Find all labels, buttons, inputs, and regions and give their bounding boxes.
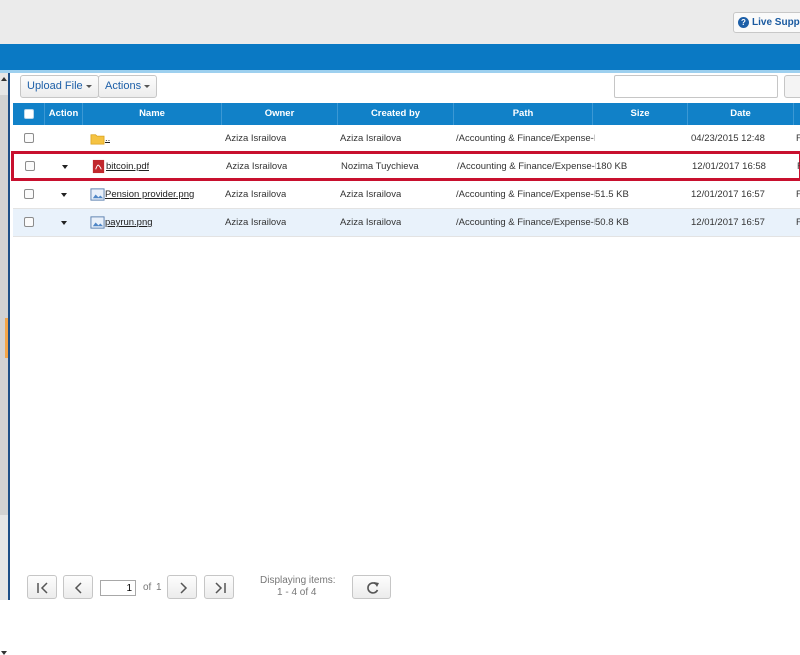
actions-button[interactable]: Actions <box>98 75 158 98</box>
path-cell: /Accounting & Finance/Expense-I <box>457 161 596 172</box>
path-cell: /Accounting & Finance/Expense-I <box>456 217 595 228</box>
next-page-button[interactable] <box>167 575 197 599</box>
scroll-up-icon[interactable] <box>1 77 7 81</box>
date-cell: 12/01/2017 16:57 <box>691 189 765 200</box>
file-name-link[interactable]: payrun.png <box>105 209 153 236</box>
first-page-icon <box>37 582 48 594</box>
first-page-button[interactable] <box>27 575 57 599</box>
table-row[interactable]: payrun.png Aziza Israilova Aziza Israilo… <box>13 209 800 237</box>
select-all-checkbox[interactable] <box>24 109 34 119</box>
extra-cell: F <box>796 189 800 200</box>
select-all-cell <box>13 103 45 125</box>
last-page-button[interactable] <box>204 575 234 599</box>
upload-file-label: Upload File <box>27 80 83 92</box>
navigation-bar <box>0 44 800 70</box>
refresh-icon <box>367 582 379 594</box>
created-by-cell: Nozima Tuychieva <box>341 161 419 172</box>
column-header-action[interactable]: Action <box>45 103 83 125</box>
row-action-caret-icon[interactable] <box>62 165 68 169</box>
row-checkbox[interactable] <box>24 217 34 227</box>
table-row[interactable]: Pension provider.png Aziza Israilova Azi… <box>13 181 800 209</box>
row-action-caret-icon[interactable] <box>61 193 67 197</box>
search-button[interactable] <box>784 75 800 98</box>
column-header-path[interactable]: Path <box>454 103 593 125</box>
size-cell: 50.8 KB <box>595 217 629 228</box>
displaying-items-label: Displaying items: <box>260 575 336 586</box>
help-icon: ? <box>738 17 749 28</box>
table-row-selected[interactable]: bitcoin.pdf Aziza Israilova Nozima Tuych… <box>11 151 800 181</box>
chevron-down-icon <box>85 84 92 88</box>
owner-cell: Aziza Israilova <box>225 133 287 144</box>
total-pages: 1 <box>156 582 162 593</box>
pdf-icon <box>92 159 105 174</box>
column-header-owner[interactable]: Owner <box>222 103 338 125</box>
image-file-icon <box>90 216 105 229</box>
of-label: of <box>143 582 152 593</box>
chevron-down-icon <box>144 84 151 88</box>
row-checkbox[interactable] <box>25 161 35 171</box>
chevron-left-icon <box>74 582 82 594</box>
search-input[interactable] <box>614 75 778 98</box>
row-action-caret-icon[interactable] <box>61 221 67 225</box>
live-support-label: Live Support <box>752 17 800 28</box>
column-header-size[interactable]: Size <box>593 103 688 125</box>
displaying-items-range: 1 - 4 of 4 <box>277 587 317 598</box>
column-header-extra[interactable] <box>794 103 800 125</box>
file-name-link[interactable]: bitcoin.pdf <box>106 153 149 180</box>
refresh-button[interactable] <box>352 575 391 599</box>
chevron-right-icon <box>180 582 188 594</box>
top-bar: ? Live Support <box>0 0 800 44</box>
date-cell: 04/23/2015 12:48 <box>691 133 765 144</box>
path-cell: /Accounting & Finance/Expense-I <box>456 133 595 144</box>
extra-cell: F <box>796 133 800 144</box>
size-cell: 51.5 KB <box>595 189 629 200</box>
grid-header: Action Name Owner Created by Path Size D… <box>13 103 800 125</box>
owner-cell: Aziza Israilova <box>226 161 288 172</box>
row-checkbox[interactable] <box>24 133 34 143</box>
folder-icon <box>90 134 105 145</box>
live-support-button[interactable]: ? Live Support <box>733 12 800 33</box>
date-cell: 12/01/2017 16:58 <box>692 161 766 172</box>
sidebar-marker <box>5 318 8 358</box>
column-header-date[interactable]: Date <box>688 103 794 125</box>
page-number-input[interactable] <box>100 580 136 596</box>
created-by-cell: Aziza Israilova <box>340 133 402 144</box>
column-header-created-by[interactable]: Created by <box>338 103 454 125</box>
row-checkbox[interactable] <box>24 189 34 199</box>
sidebar-scrollbar[interactable] <box>0 95 8 515</box>
owner-cell: Aziza Israilova <box>225 217 287 228</box>
file-name-link[interactable]: Pension provider.png <box>105 181 194 208</box>
created-by-cell: Aziza Israilova <box>340 217 402 228</box>
owner-cell: Aziza Israilova <box>225 189 287 200</box>
column-header-name[interactable]: Name <box>83 103 222 125</box>
table-row[interactable]: .. Aziza Israilova Aziza Israilova /Acco… <box>13 125 800 153</box>
scroll-down-icon[interactable] <box>1 651 7 655</box>
size-cell: 180 KB <box>596 161 628 172</box>
date-cell: 12/01/2017 16:57 <box>691 217 765 228</box>
divider <box>0 70 800 73</box>
extra-cell: F <box>796 217 800 228</box>
actions-label: Actions <box>105 80 142 92</box>
path-cell: /Accounting & Finance/Expense-I <box>456 189 595 200</box>
file-name-link[interactable]: .. <box>105 125 110 152</box>
created-by-cell: Aziza Israilova <box>340 189 402 200</box>
upload-file-button[interactable]: Upload File <box>20 75 99 98</box>
image-file-icon <box>90 188 105 201</box>
previous-page-button[interactable] <box>63 575 93 599</box>
left-sidebar <box>0 73 10 655</box>
last-page-icon <box>215 582 226 594</box>
